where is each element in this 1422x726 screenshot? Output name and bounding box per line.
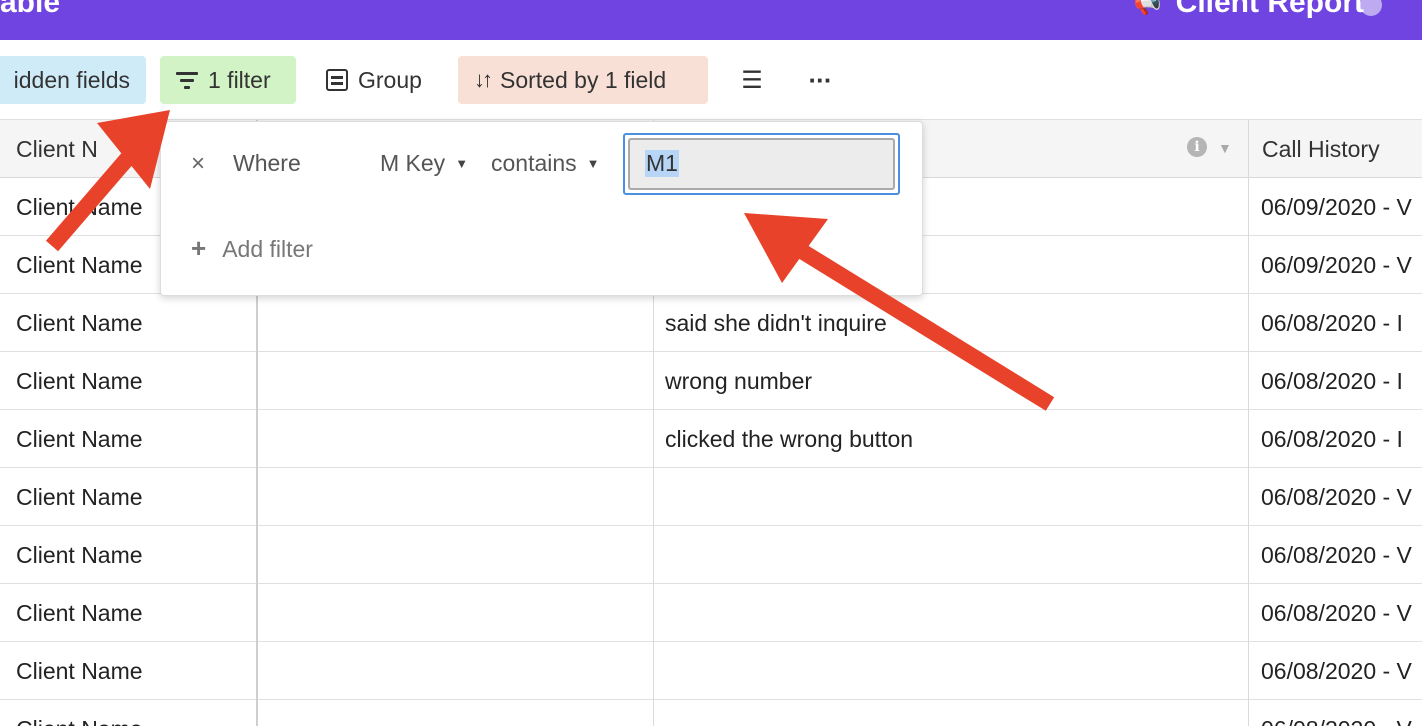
sort-label: Sorted by 1 field	[500, 66, 667, 93]
client-name-cell[interactable]: Client Name	[0, 700, 256, 726]
column-header-call-history[interactable]: Call History	[1249, 120, 1422, 178]
filter-operator-label: contains	[491, 150, 577, 176]
client-name-cell[interactable]: Client Name	[0, 468, 256, 526]
table-row[interactable]: Client Name said she didn't inquire 06/08/…	[0, 294, 1422, 352]
note-cell[interactable]	[654, 526, 1248, 584]
hidden-fields-button[interactable]: idden fields	[0, 56, 146, 104]
row-height-icon: ☰	[741, 66, 763, 94]
call-history-cell[interactable]: 06/08/2020 - V	[1249, 526, 1422, 584]
call-history-cell[interactable]: 06/08/2020 - V	[1249, 642, 1422, 700]
filter-value-selection: M1	[645, 150, 679, 177]
table-row[interactable]: Client Name 06/08/2020 - V	[0, 526, 1422, 584]
table-row[interactable]: Client Name wrong number 06/08/2020 - I	[0, 352, 1422, 410]
more-icon: ···	[808, 64, 833, 95]
chevron-down-icon: ▼	[455, 156, 469, 171]
note-cell[interactable]	[654, 584, 1248, 642]
client-name-cell[interactable]: Client Name	[0, 294, 256, 352]
note-cell[interactable]: wrong number	[654, 352, 1248, 410]
filter-operator-select[interactable]: contains ▼	[491, 150, 600, 177]
client-name-cell[interactable]: Client Name	[0, 410, 256, 468]
call-history-cell[interactable]: 06/09/2020 - V	[1249, 236, 1422, 294]
plus-icon: +	[191, 233, 207, 263]
table-row[interactable]: Client Name 06/08/2020 - V	[0, 584, 1422, 642]
remove-filter-icon[interactable]: ×	[191, 150, 205, 178]
client-name-cell[interactable]: Client Name	[0, 642, 256, 700]
client-name-cell[interactable]: Client Name	[0, 526, 256, 584]
app-name: able	[0, 0, 61, 19]
sort-icon: ↓↑	[474, 67, 493, 92]
megaphone-icon: 📢	[1131, 0, 1165, 19]
filter-field-label: M Key	[380, 150, 446, 176]
report-title: Client Report	[1175, 0, 1364, 19]
call-history-cell[interactable]: 06/09/2020 - V	[1249, 178, 1422, 236]
group-icon	[326, 69, 348, 91]
chevron-down-icon: ▼	[586, 156, 600, 171]
call-history-cell[interactable]: 06/08/2020 - I	[1249, 294, 1422, 352]
column-divider	[1248, 120, 1249, 726]
add-filter-label: Add filter	[222, 236, 313, 262]
filter-button[interactable]: 1 filter	[160, 56, 296, 104]
hidden-fields-label: idden fields	[13, 66, 130, 93]
group-label: Group	[358, 66, 422, 93]
filter-label: 1 filter	[208, 66, 271, 93]
column-info-icon[interactable]: i	[1187, 137, 1207, 157]
filter-icon	[176, 71, 198, 89]
client-name-cell[interactable]: Client Name	[0, 584, 256, 642]
table-row[interactable]: Client Name 06/08/2020 - V	[0, 700, 1422, 726]
note-cell[interactable]	[654, 642, 1248, 700]
filter-popover: × Where M Key ▼ contains ▼ M1 + Add filter	[160, 121, 923, 296]
column-menu-caret-icon[interactable]: ▼	[1218, 140, 1232, 156]
row-height-button[interactable]: ☰	[730, 56, 774, 104]
table-row[interactable]: Client Name 06/08/2020 - V	[0, 468, 1422, 526]
client-name-cell[interactable]: Client Name	[0, 352, 256, 410]
note-cell[interactable]: clicked the wrong button	[654, 410, 1248, 468]
note-cell[interactable]: said she didn't inquire	[654, 294, 1248, 352]
add-filter-button[interactable]: + Add filter	[191, 233, 313, 263]
filter-field-select[interactable]: M Key ▼	[380, 150, 468, 177]
table-row[interactable]: Client Name clicked the wrong button 06/08…	[0, 410, 1422, 468]
call-history-cell[interactable]: 06/08/2020 - I	[1249, 410, 1422, 468]
column-header-call-history-label: Call History	[1262, 135, 1380, 162]
call-history-cell[interactable]: 06/08/2020 - V	[1249, 700, 1422, 726]
more-options-button[interactable]: ···	[800, 56, 840, 104]
filter-where-label: Where	[233, 150, 301, 176]
column-header-client-label: Client N	[16, 135, 98, 162]
report-title-area[interactable]: 📢 Client Report	[1131, 0, 1364, 20]
group-button[interactable]: Group	[310, 56, 446, 104]
call-history-cell[interactable]: 06/08/2020 - V	[1249, 468, 1422, 526]
table-row[interactable]: Client Name 06/08/2020 - V	[0, 642, 1422, 700]
app-header: able 📢 Client Report	[0, 0, 1422, 40]
note-cell[interactable]	[654, 468, 1248, 526]
info-icon[interactable]	[1360, 0, 1382, 16]
call-history-cell[interactable]: 06/08/2020 - V	[1249, 584, 1422, 642]
note-cell[interactable]	[654, 700, 1248, 726]
call-history-cell[interactable]: 06/08/2020 - I	[1249, 352, 1422, 410]
sort-button[interactable]: ↓↑ Sorted by 1 field	[458, 56, 708, 104]
view-toolbar: idden fields 1 filter Group ↓↑ Sorted by…	[0, 40, 1422, 120]
